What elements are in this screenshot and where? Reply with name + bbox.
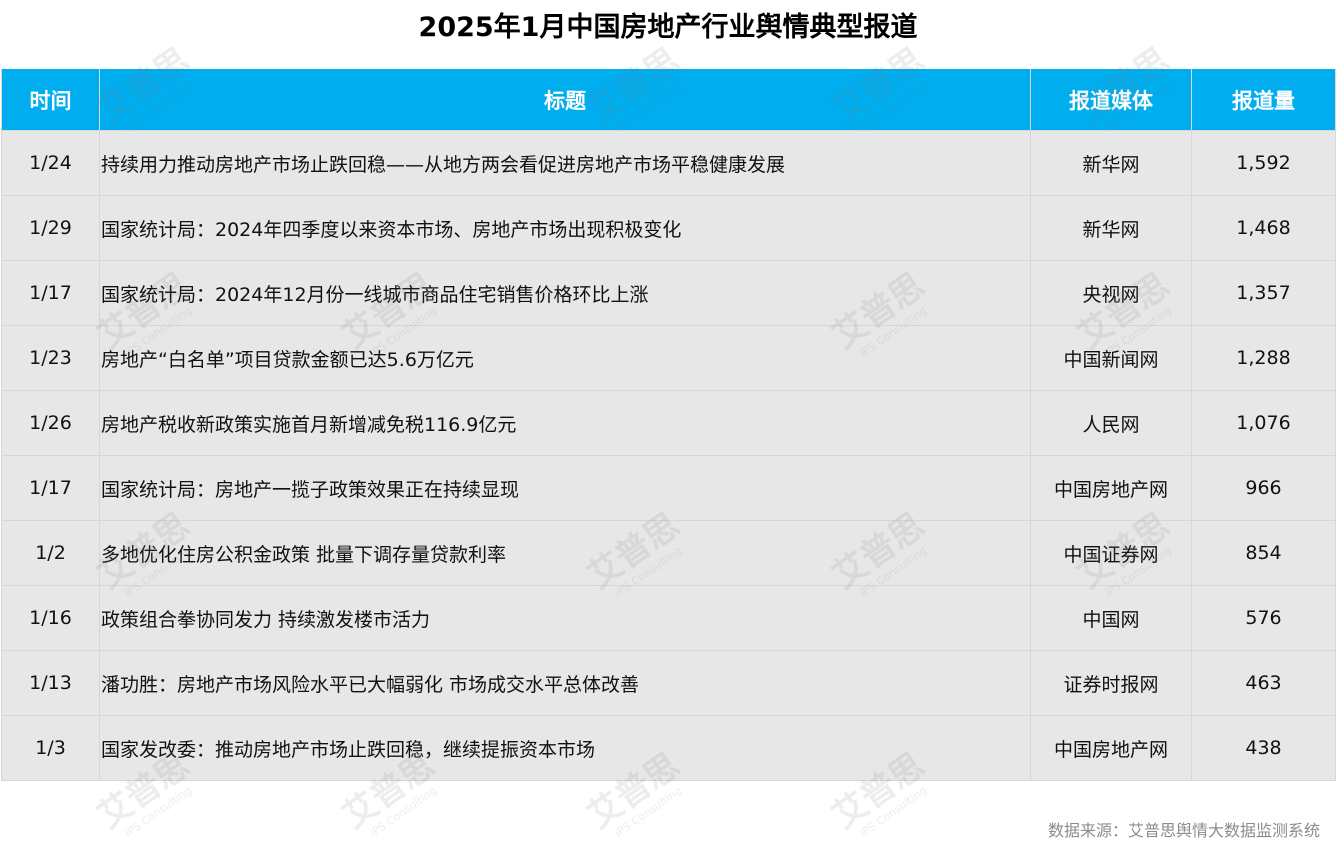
cell-date: 1/2 [1, 520, 100, 586]
table-row: 1/17 国家统计局：2024年12月份一线城市商品住宅销售价格环比上涨 央视网 1,… [1, 260, 1336, 326]
cell-volume: 1,357 [1191, 260, 1336, 326]
cell-date: 1/16 [1, 585, 100, 651]
report-table: 时间 标题 报道媒体 报道量 1/24 持续用力推动房地产市场止跌回稳——从地方两… [1, 69, 1336, 781]
cell-date: 1/13 [1, 650, 100, 716]
cell-date: 1/24 [1, 130, 100, 196]
cell-volume: 576 [1191, 585, 1336, 651]
cell-media: 证券时报网 [1030, 650, 1192, 716]
cell-date: 1/17 [1, 455, 100, 521]
table-body: 1/24 持续用力推动房地产市场止跌回稳——从地方两会看促进房地产市场平稳健康发展… [1, 130, 1336, 781]
cell-media: 央视网 [1030, 260, 1192, 326]
table-row: 1/13 潘功胜：房地产市场风险水平已大幅弱化 市场成交水平总体改善 证券时报网 46… [1, 650, 1336, 716]
table-row: 1/29 国家统计局：2024年四季度以来资本市场、房地产市场出现积极变化 新华网 1… [1, 195, 1336, 261]
header-title: 标题 [99, 69, 1031, 131]
cell-media: 中国新闻网 [1030, 325, 1192, 391]
header-media: 报道媒体 [1030, 69, 1192, 131]
cell-volume: 1,076 [1191, 390, 1336, 456]
cell-title: 国家统计局：2024年12月份一线城市商品住宅销售价格环比上涨 [99, 260, 1031, 326]
cell-date: 1/23 [1, 325, 100, 391]
cell-media: 中国证券网 [1030, 520, 1192, 586]
table-row: 1/2 多地优化住房公积金政策 批量下调存量贷款利率 中国证券网 854 [1, 520, 1336, 586]
cell-volume: 966 [1191, 455, 1336, 521]
cell-title: 国家统计局：房地产一揽子政策效果正在持续显现 [99, 455, 1031, 521]
table-row: 1/16 政策组合拳协同发力 持续激发楼市活力 中国网 576 [1, 585, 1336, 651]
cell-title: 国家发改委：推动房地产市场止跌回稳，继续提振资本市场 [99, 715, 1031, 781]
table-row: 1/24 持续用力推动房地产市场止跌回稳——从地方两会看促进房地产市场平稳健康发展… [1, 130, 1336, 196]
table-row: 1/17 国家统计局：房地产一揽子政策效果正在持续显现 中国房地产网 966 [1, 455, 1336, 521]
header-volume: 报道量 [1191, 69, 1336, 131]
table-row: 1/23 房地产“白名单”项目贷款金额已达5.6万亿元 中国新闻网 1,288 [1, 325, 1336, 391]
header-date: 时间 [1, 69, 100, 131]
cell-date: 1/29 [1, 195, 100, 261]
svg-text:iPS Consulting: iPS Consulting [122, 784, 194, 840]
svg-text:iPS Consulting: iPS Consulting [367, 784, 439, 840]
cell-title: 潘功胜：房地产市场风险水平已大幅弱化 市场成交水平总体改善 [99, 650, 1031, 716]
cell-media: 人民网 [1030, 390, 1192, 456]
cell-media: 新华网 [1030, 195, 1192, 261]
cell-title: 国家统计局：2024年四季度以来资本市场、房地产市场出现积极变化 [99, 195, 1031, 261]
cell-volume: 1,592 [1191, 130, 1336, 196]
cell-volume: 854 [1191, 520, 1336, 586]
cell-date: 1/3 [1, 715, 100, 781]
cell-date: 1/26 [1, 390, 100, 456]
cell-volume: 1,468 [1191, 195, 1336, 261]
svg-text:iPS Consulting: iPS Consulting [857, 784, 929, 840]
cell-media: 中国房地产网 [1030, 455, 1192, 521]
cell-volume: 463 [1191, 650, 1336, 716]
cell-volume: 1,288 [1191, 325, 1336, 391]
cell-date: 1/17 [1, 260, 100, 326]
table-header-row: 时间 标题 报道媒体 报道量 [1, 69, 1336, 131]
report-page: 2025年1月中国房地产行业舆情典型报道 时间 标题 报道媒体 报道量 1/24… [0, 0, 1336, 851]
table-row: 1/26 房地产税收新政策实施首月新增减免税116.9亿元 人民网 1,076 [1, 390, 1336, 456]
cell-media: 中国网 [1030, 585, 1192, 651]
cell-title: 持续用力推动房地产市场止跌回稳——从地方两会看促进房地产市场平稳健康发展 [99, 130, 1031, 196]
cell-title: 房地产税收新政策实施首月新增减免税116.9亿元 [99, 390, 1031, 456]
cell-title: 多地优化住房公积金政策 批量下调存量贷款利率 [99, 520, 1031, 586]
cell-media: 新华网 [1030, 130, 1192, 196]
svg-text:iPS Consulting: iPS Consulting [612, 784, 684, 840]
cell-title: 政策组合拳协同发力 持续激发楼市活力 [99, 585, 1031, 651]
data-source-note: 数据来源：艾普思舆情大数据监测系统 [1047, 821, 1320, 840]
cell-title: 房地产“白名单”项目贷款金额已达5.6万亿元 [99, 325, 1031, 391]
cell-volume: 438 [1191, 715, 1336, 781]
page-title: 2025年1月中国房地产行业舆情典型报道 [418, 12, 918, 43]
cell-media: 中国房地产网 [1030, 715, 1192, 781]
table-row: 1/3 国家发改委：推动房地产市场止跌回稳，继续提振资本市场 中国房地产网 438 [1, 715, 1336, 781]
